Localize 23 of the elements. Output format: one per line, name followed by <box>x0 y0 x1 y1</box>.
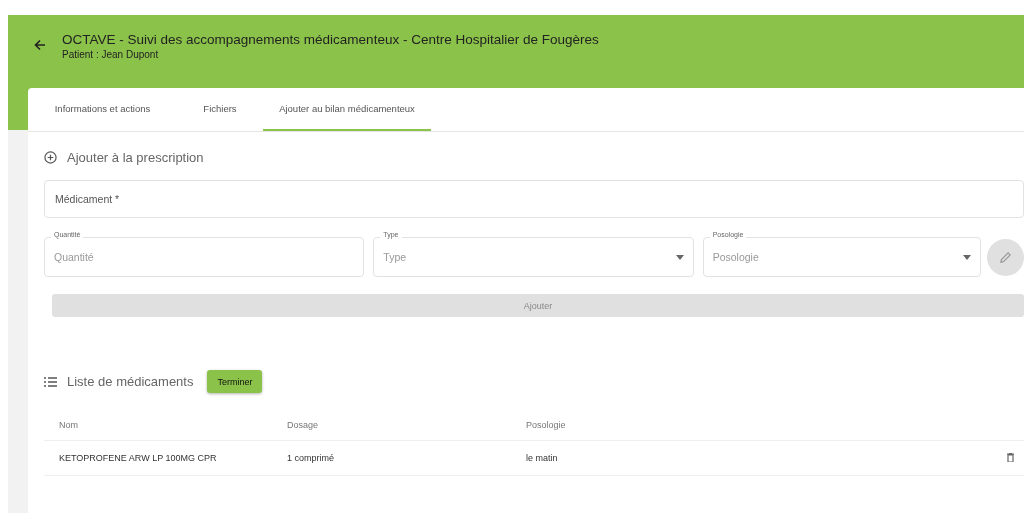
table-cell: le matin <box>511 440 835 476</box>
table-cell: KETOPROFENE ARW LP 100MG CPR <box>44 440 272 476</box>
section-title: Ajouter à la prescription <box>67 149 204 165</box>
add-circle-icon <box>44 150 57 164</box>
caret-icon <box>675 255 684 260</box>
medication-field[interactable]: Médicament * <box>44 180 1024 218</box>
section-title: Liste de médicaments <box>67 374 194 389</box>
column-header: Posologie <box>511 409 835 441</box>
list-icon <box>44 376 57 387</box>
trash-icon[interactable] <box>1007 452 1014 462</box>
caret-icon <box>963 255 972 260</box>
column-header: Nom <box>44 409 272 441</box>
finish-button[interactable]: Terminer <box>207 370 263 393</box>
tab[interactable]: Fichiers <box>177 88 263 131</box>
column-header: Dosage <box>272 409 511 441</box>
tab[interactable]: Informations et actions <box>28 88 177 131</box>
table-cell: 1 comprimé <box>272 440 511 476</box>
tab[interactable]: Ajouter au bilan médicamenteux <box>263 88 431 131</box>
patient-name: Patient : Jean Dupont <box>62 49 160 60</box>
app-title: OCTAVE - Suivi des accompagnements médicamenteux - Centre Hospitalier de Fougères <box>62 32 599 48</box>
back-arrow-icon[interactable] <box>34 39 46 51</box>
pencil-icon <box>999 250 1013 264</box>
input-field[interactable]: Quantité <box>44 237 365 277</box>
